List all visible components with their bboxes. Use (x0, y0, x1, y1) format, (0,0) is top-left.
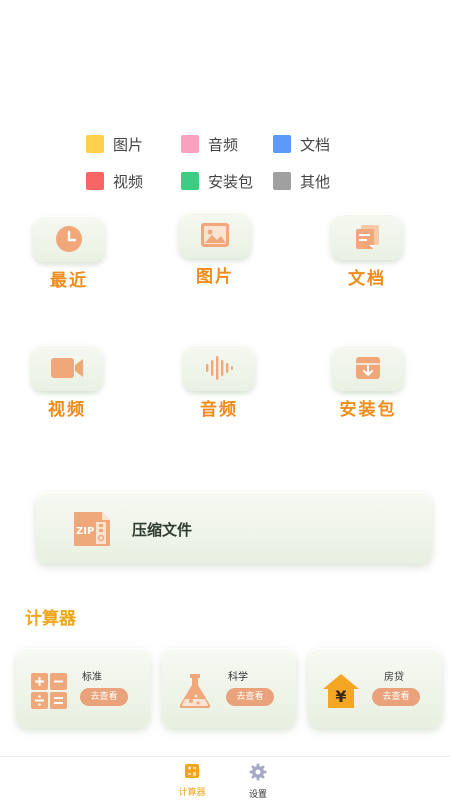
view-button[interactable]: 去查看 (80, 688, 128, 706)
category-label: 最近 (50, 271, 88, 291)
legend-swatch (181, 135, 199, 153)
document-icon (356, 225, 379, 249)
category-tile-box[interactable] (179, 212, 251, 258)
category-tile-box[interactable] (31, 345, 103, 391)
view-button[interactable]: 去查看 (372, 688, 420, 706)
legend-item-image: 图片 (86, 134, 143, 154)
legend-label: 文档 (300, 135, 331, 154)
flask-icon (179, 674, 211, 708)
calculator-card-standard[interactable]: 标准 去查看 (16, 648, 150, 728)
package-box-icon (356, 357, 380, 379)
category-label: 安装包 (339, 400, 397, 420)
legend-swatch (86, 135, 104, 153)
category-recent[interactable]: 最近 (14, 216, 124, 291)
bottom-navigation: 计算器 设置 (0, 756, 450, 800)
category-tile-box[interactable] (183, 345, 255, 391)
legend-label: 安装包 (208, 172, 254, 191)
legend-item-document: 文档 (273, 134, 330, 154)
category-tile-box[interactable] (33, 216, 105, 262)
calculator-tab-icon (185, 764, 199, 778)
category-label: 文档 (348, 269, 386, 289)
category-tile-box[interactable] (331, 214, 403, 260)
legend-label: 音频 (208, 135, 239, 154)
calculator-name: 科学 (228, 672, 248, 683)
tab-calculator[interactable]: 计算器 (162, 763, 222, 798)
video-camera-icon (51, 358, 83, 378)
tab-label: 计算器 (178, 788, 206, 798)
zip-file-icon: ZIP (74, 512, 110, 546)
category-label: 音频 (200, 400, 238, 420)
category-label: 视频 (48, 400, 86, 420)
calculator-card-mortgage[interactable]: ¥ 房贷 去查看 (308, 648, 442, 728)
compress-files-card[interactable]: ZIP 压缩文件 (36, 492, 432, 564)
yen-glyph: ¥ (335, 687, 346, 706)
clock-icon (56, 226, 82, 252)
category-label: 图片 (196, 267, 234, 287)
category-document[interactable]: 文档 (312, 214, 422, 289)
tab-settings[interactable]: 设置 (228, 763, 288, 800)
legend-swatch (181, 172, 199, 190)
legend-label: 其他 (300, 172, 331, 191)
image-icon (201, 223, 229, 247)
legend-swatch (273, 172, 291, 190)
category-tile-box[interactable] (332, 345, 404, 391)
legend-label: 视频 (113, 172, 144, 191)
category-video[interactable]: 视频 (12, 345, 122, 420)
compress-files-label: 压缩文件 (132, 521, 193, 539)
view-button[interactable]: 去查看 (226, 688, 274, 706)
calculator-section-title: 计算器 (25, 609, 76, 629)
house-yen-icon: ¥ (323, 674, 359, 708)
legend-label: 图片 (113, 135, 144, 154)
zip-icon-text: ZIP (76, 526, 94, 537)
calculator-name: 房贷 (384, 672, 404, 683)
legend-swatch (86, 172, 104, 190)
category-package[interactable]: 安装包 (313, 345, 423, 420)
audio-wave-icon (206, 356, 233, 380)
legend-item-video: 视频 (86, 171, 143, 191)
category-image[interactable]: 图片 (160, 212, 270, 287)
legend-swatch (273, 135, 291, 153)
calculator-icon (31, 673, 67, 709)
legend-item-package: 安装包 (181, 171, 253, 191)
legend-item-other: 其他 (273, 171, 330, 191)
gear-icon (249, 763, 267, 781)
calculator-card-scientific[interactable]: 科学 去查看 (162, 648, 296, 728)
legend-item-audio: 音频 (181, 134, 238, 154)
tab-label: 设置 (248, 790, 267, 800)
calculator-name: 标准 (82, 672, 102, 683)
category-audio[interactable]: 音频 (164, 345, 274, 420)
